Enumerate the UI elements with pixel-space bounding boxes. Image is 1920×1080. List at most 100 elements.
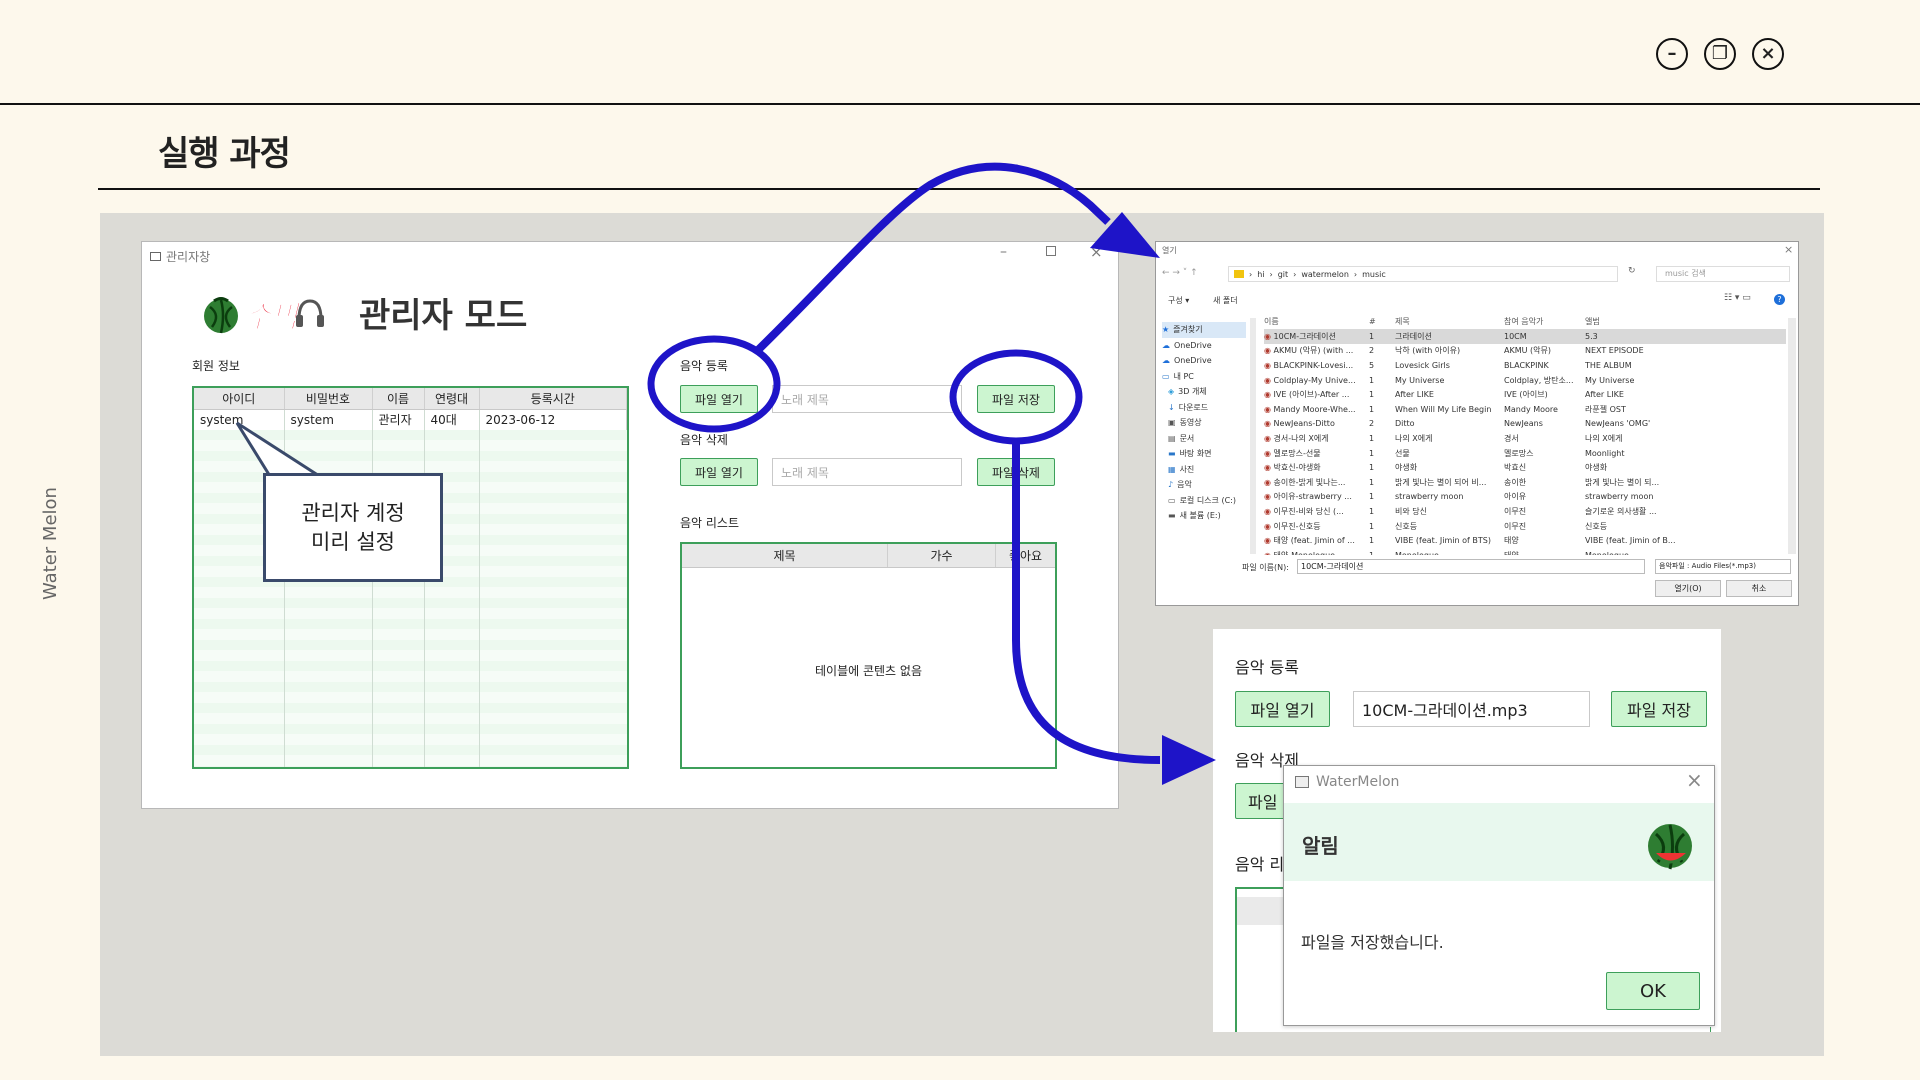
- file-cell: 5: [1369, 360, 1375, 370]
- ok-button[interactable]: OK: [1606, 972, 1700, 1010]
- file-row[interactable]: ◉ 경서-나의 X에게 1 나의 X에게 경서 나의 X에게: [1264, 431, 1786, 446]
- nav-item[interactable]: ☁ OneDrive: [1162, 338, 1246, 354]
- delete-file-button[interactable]: 파일 삭제: [977, 458, 1055, 486]
- col-artist[interactable]: 가수: [888, 544, 996, 567]
- nav-item[interactable]: ▬ 바탕 화면: [1162, 446, 1246, 462]
- view-options-icon[interactable]: ☷ ▾ ▭: [1724, 293, 1751, 303]
- nav-item[interactable]: ◈ 3D 개체: [1162, 384, 1246, 400]
- nav-item[interactable]: ▬ 새 볼륨 (E:): [1162, 508, 1246, 524]
- file-cell: 1: [1369, 448, 1375, 458]
- col-artist[interactable]: 참여 음악가: [1504, 316, 1585, 327]
- file-cell: After LIKE: [1395, 390, 1434, 400]
- nav-item[interactable]: ▣ 동영상: [1162, 415, 1246, 431]
- admin-close-icon[interactable]: ×: [1090, 243, 1103, 261]
- file-row[interactable]: ◉ 아이유-strawberry ... 1 strawberry moon 아이유 s…: [1264, 490, 1786, 505]
- dialog-open-button[interactable]: 열기(O): [1655, 580, 1721, 597]
- file-cell: Moonlight: [1585, 448, 1625, 458]
- open-file-button-2[interactable]: 파일 열기: [680, 458, 758, 486]
- file-row[interactable]: ◉ 태양-Monologue1Monologue태양Monologue: [1264, 548, 1786, 555]
- filetype-select[interactable]: 음악파일 : Audio Files(*.mp3): [1655, 559, 1791, 574]
- nav-item[interactable]: ▭ 내 PC: [1162, 369, 1246, 385]
- path-segment[interactable]: watermelon: [1301, 270, 1349, 279]
- audio-file-icon: ◉: [1264, 536, 1274, 546]
- col-name[interactable]: 이름: [372, 388, 425, 410]
- song-title-input[interactable]: 노래 제목: [772, 385, 962, 413]
- col-id[interactable]: 아이디: [194, 388, 285, 410]
- path-segment[interactable]: music: [1362, 270, 1386, 279]
- file-scrollbar[interactable]: [1788, 318, 1796, 554]
- music-list-table[interactable]: 제목 가수 좋아요 테이블에 콘텐츠 없음: [680, 542, 1057, 769]
- organize-menu[interactable]: 구성 ▾: [1168, 295, 1189, 306]
- nav-scrollbar[interactable]: [1250, 318, 1256, 554]
- file-row[interactable]: ◉ Mandy Moore-Whe... 1 When Will My Life B…: [1264, 402, 1786, 417]
- zoom-save-button[interactable]: 파일 저장: [1611, 691, 1707, 727]
- file-cell: Coldplay, 방탄소...: [1504, 375, 1574, 385]
- header-divider: [0, 103, 1920, 105]
- search-input[interactable]: music 검색: [1656, 266, 1790, 282]
- delete-section-label: 음악 삭제: [680, 433, 728, 447]
- new-folder-button[interactable]: 새 폴더: [1213, 295, 1238, 306]
- refresh-icon[interactable]: ↻: [1628, 266, 1638, 282]
- open-file-button[interactable]: 파일 열기: [680, 385, 758, 413]
- restore-icon[interactable]: ❐: [1704, 38, 1736, 70]
- headphones-icon: [296, 299, 325, 327]
- admin-max-icon[interactable]: [1046, 246, 1056, 256]
- col-age[interactable]: 연령대: [424, 388, 480, 410]
- file-row[interactable]: ◉ 박효신-야생화 1 야생화 박효신 야생화: [1264, 460, 1786, 475]
- file-row[interactable]: ◉ 10CM-그라데이션 1 그라데이션 10CM 5.3: [1264, 329, 1786, 344]
- logo-text: 수박: [243, 300, 300, 336]
- filename-input[interactable]: 10CM-그라데이션: [1297, 559, 1645, 574]
- minimize-icon[interactable]: –: [1656, 38, 1688, 70]
- file-row[interactable]: ◉ AKMU (악뮤) (with ... 2 낙하 (with 아이유) AKMU …: [1264, 344, 1786, 359]
- alert-close-icon[interactable]: ×: [1686, 768, 1703, 792]
- alert-heading: 알림: [1302, 834, 1339, 858]
- file-list[interactable]: ◉ 10CM-그라데이션 1 그라데이션 10CM 5.3 ◉ AKMU (악뮤) (wi…: [1264, 329, 1786, 555]
- zoom-open-button[interactable]: 파일 열기: [1235, 691, 1330, 727]
- zoom-title-input[interactable]: 10CM-그라데이션.mp3: [1353, 691, 1590, 727]
- nav-item[interactable]: ★ 즐겨찾기: [1162, 322, 1246, 338]
- nav-item[interactable]: ♪ 음악: [1162, 477, 1246, 493]
- close-icon[interactable]: ×: [1752, 38, 1784, 70]
- file-name: 이무진-비와 당신 (...: [1273, 506, 1344, 516]
- file-row[interactable]: ◉ Coldplay-My Unive... 1 My Universe Coldpl…: [1264, 373, 1786, 388]
- nav-item[interactable]: ↓ 다운로드: [1162, 400, 1246, 416]
- col-album[interactable]: 앨범: [1585, 316, 1675, 327]
- file-row[interactable]: ◉ IVE (아이브)-After ... 1 After LIKE IVE (아이브…: [1264, 387, 1786, 402]
- nav-item[interactable]: ☁ OneDrive: [1162, 353, 1246, 369]
- nav-arrows-icon[interactable]: ← → ˅ ↑: [1162, 268, 1198, 278]
- audio-file-icon: ◉: [1264, 346, 1274, 356]
- file-row[interactable]: ◉ 송이한-밝게 빛나는... 1 밝게 빛나는 별이 되어 비... 송이한 밝게 빛…: [1264, 475, 1786, 490]
- callout-line-2: 미리 설정: [311, 529, 395, 554]
- col-likes[interactable]: 좋아요: [996, 544, 1055, 567]
- file-cell: 1: [1369, 331, 1375, 341]
- nav-item[interactable]: ▤ 문서: [1162, 431, 1246, 447]
- file-cell: 라푼젤 OST: [1585, 404, 1626, 414]
- file-row[interactable]: ◉ 이무진-비와 당신 (... 1 비와 당신 이무진 슬기로운 의사생활 ...: [1264, 504, 1786, 519]
- file-row[interactable]: ◉ NewJeans-Ditto 2 Ditto NewJeans NewJeans '…: [1264, 417, 1786, 432]
- col-filename[interactable]: 이름: [1264, 316, 1369, 327]
- file-cell: 야생화: [1585, 463, 1608, 473]
- file-row[interactable]: ◉ BLACKPINK-Lovesi... 5 Lovesick Girls BLAC…: [1264, 358, 1786, 373]
- admin-min-icon[interactable]: –: [1000, 244, 1007, 260]
- col-password[interactable]: 비밀번호: [284, 388, 373, 410]
- col-registered[interactable]: 등록시간: [479, 388, 627, 410]
- file-row[interactable]: ◉ 멜로망스-선물 1 선물 멜로망스 Moonlight: [1264, 446, 1786, 461]
- file-row[interactable]: ◉ 태양 (feat. Jimin of ... 1 VIBE (feat. Jim…: [1264, 533, 1786, 548]
- col-title[interactable]: 제목: [682, 544, 888, 567]
- file-row[interactable]: ◉ 이무진-신호등 1 신호등 이무진 신호등: [1264, 519, 1786, 534]
- file-name: Mandy Moore-Whe...: [1273, 404, 1356, 414]
- nav-item[interactable]: ▦ 사진: [1162, 462, 1246, 478]
- delete-title-input[interactable]: 노래 제목: [772, 458, 962, 486]
- path-segment[interactable]: git: [1278, 270, 1288, 279]
- save-file-button[interactable]: 파일 저장: [977, 385, 1055, 413]
- path-segment[interactable]: hi: [1257, 270, 1264, 279]
- file-cell: 선물: [1395, 448, 1410, 458]
- nav-item[interactable]: ▭ 로컬 디스크 (C:): [1162, 493, 1246, 509]
- window-icon: [1295, 776, 1309, 788]
- dialog-cancel-button[interactable]: 취소: [1726, 580, 1792, 597]
- address-bar[interactable]: › hi › git › watermelon › music: [1228, 266, 1618, 282]
- col-song-title[interactable]: 제목: [1395, 316, 1504, 327]
- help-icon[interactable]: ?: [1774, 294, 1785, 305]
- col-number[interactable]: #: [1369, 317, 1395, 326]
- dialog-close-icon[interactable]: ×: [1784, 243, 1793, 256]
